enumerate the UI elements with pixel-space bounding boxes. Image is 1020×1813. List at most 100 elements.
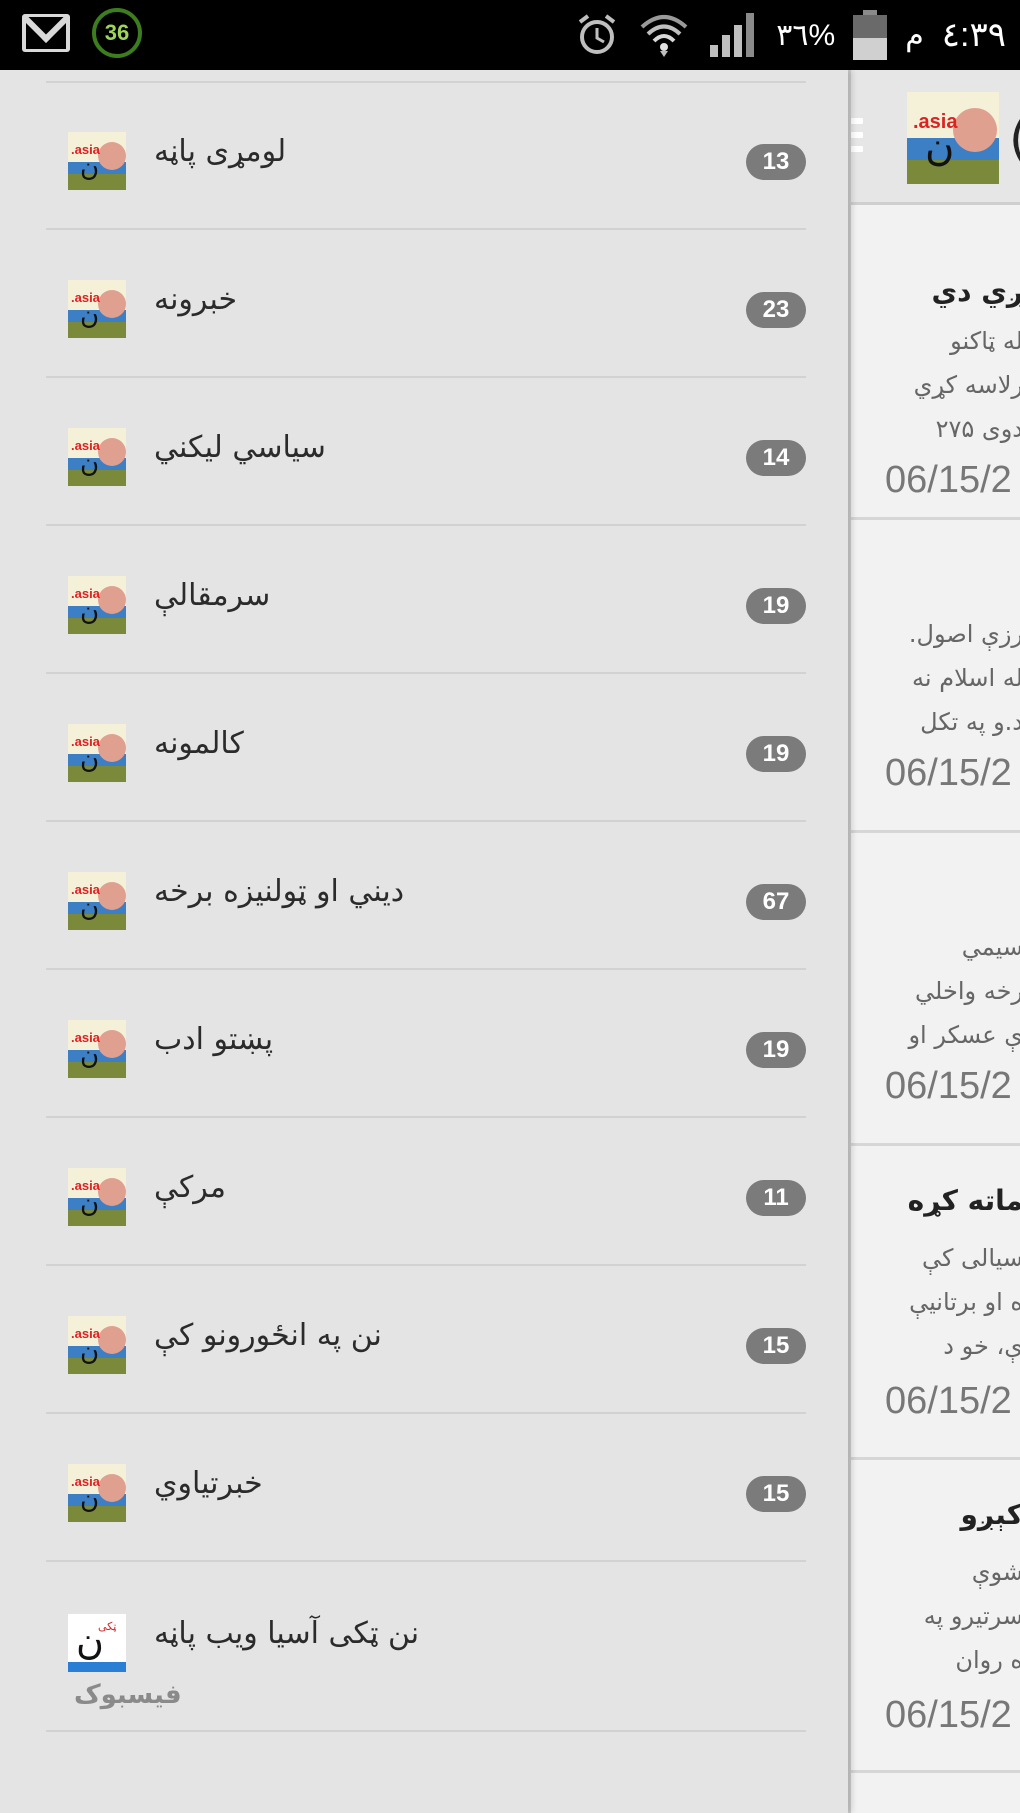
category-logo-icon: .asiaن	[68, 132, 126, 190]
drawer-item[interactable]: .asia ن مرکې 11	[46, 1118, 806, 1266]
drawer-item-label: خبرتیاوي	[154, 1466, 263, 1501]
drawer-item[interactable]: .asia ن سیاسي لیکني 14	[46, 378, 806, 526]
article-snippet: ه روان	[955, 1646, 1020, 1674]
article-title: کېږو	[960, 1498, 1020, 1531]
article-snippet: ې عسکر او	[908, 1021, 1020, 1049]
svg-text:ن: ن	[80, 1337, 99, 1367]
article-snippet: سیمي	[961, 933, 1020, 961]
svg-text:ن: ن	[80, 1485, 99, 1515]
category-logo-icon: .asiaن	[68, 872, 126, 930]
menu-icon[interactable]	[851, 118, 863, 160]
signal-icon	[708, 11, 758, 59]
category-logo-icon: .asiaن	[68, 1316, 126, 1374]
drawer-item-label: کالمونه	[154, 726, 244, 761]
article-snippet: سرتيرو په	[923, 1602, 1020, 1630]
drawer-item-label: خبرونه	[154, 282, 238, 317]
drawer-item-label: مرکې	[154, 1170, 226, 1205]
status-bar-left: 36	[22, 8, 142, 58]
drawer-item-label: سیاسي لیکني	[154, 430, 326, 465]
header-paren: (	[1009, 110, 1020, 168]
drawer-item[interactable]: .asia ن ديني او ټولنيزه برخه 67	[46, 822, 806, 970]
item-count-badge: 19	[746, 1032, 806, 1068]
article-snippet: دوی ۲۷۵	[935, 415, 1020, 443]
drawer-item[interactable]: .asia ن نن په انځورونو کې 15	[46, 1266, 806, 1414]
article-snippet: له اسلام نه	[912, 664, 1020, 692]
drawer-item[interactable]: .asia ن کالمونه 19	[46, 674, 806, 822]
article-date: 06/15/2	[885, 1694, 1012, 1736]
drawer-item[interactable]: .asia ن لومړی پاڼه 13	[46, 82, 806, 230]
category-logo-icon: .asiaن	[68, 1020, 126, 1078]
svg-text:ن: ن	[80, 893, 99, 923]
svg-text:ن: ن	[80, 597, 99, 627]
article-snippet: رزې اصول.	[908, 620, 1020, 648]
mail-icon	[22, 14, 70, 52]
notification-count-badge: 36	[92, 8, 142, 58]
battery-icon	[853, 10, 888, 60]
item-count-badge: 15	[746, 1328, 806, 1364]
wifi-icon	[638, 11, 690, 59]
article-snippet: رلاسه کړي	[913, 371, 1020, 399]
article-date: 06/15/2	[885, 459, 1012, 501]
website-logo-icon: ن ټکی	[68, 1614, 126, 1672]
drawer-item-label: سرمقالې	[154, 578, 271, 613]
category-logo-icon: .asiaن	[68, 576, 126, 634]
drawer-item-label: پښتو ادب	[154, 1022, 274, 1057]
svg-text:ن: ن	[80, 301, 99, 331]
article-snippet: شوې	[971, 1558, 1020, 1586]
app-header: .asia ن (	[851, 70, 1020, 205]
drawer-item-label: ديني او ټولنيزه برخه	[154, 874, 405, 909]
category-logo-icon: .asiaن	[68, 724, 126, 782]
article-snippet: د.و په تکل	[920, 708, 1020, 736]
article-list-background: .asia ن ( ږي دي له ټاکنو رلاسه کړي دوی ۲…	[848, 70, 1020, 1813]
article-snippet: له ټاکنو	[950, 327, 1020, 355]
battery-percent: ٣٦%	[776, 18, 836, 52]
article-date: 06/15/2	[885, 1065, 1012, 1107]
clock-time: ٤:٣٩	[941, 16, 1006, 54]
category-logo-icon: .asiaن	[68, 1464, 126, 1522]
category-logo-icon: .asiaن	[68, 428, 126, 486]
drawer-item-label: لومړی پاڼه	[154, 134, 287, 169]
navigation-drawer: .asia ن لومړی پاڼه 13 .asia ن خبرونه 23 .asia ن سی…	[0, 70, 848, 1813]
article-snippet: ې، خو د	[943, 1332, 1020, 1360]
svg-text:ن: ن	[925, 124, 954, 170]
article-card[interactable]: ږي دي له ټاکنو رلاسه کړي دوی ۲۷۵ 06/15/2	[851, 205, 1020, 520]
article-snippet: رخه واخلي	[915, 977, 1020, 1005]
item-count-badge: 15	[746, 1476, 806, 1512]
article-card[interactable]: رزې اصول. له اسلام نه د.و په تکل 06/15/2	[851, 520, 1020, 833]
drawer-item[interactable]: .asia ن سرمقالې 19	[46, 526, 806, 674]
article-date: 06/15/2	[885, 1380, 1012, 1422]
status-bar-right: ٣٦% م ٤:٣٩	[574, 10, 1006, 60]
section-label-facebook: فیسبوک	[74, 1680, 182, 1710]
alarm-icon	[574, 12, 620, 58]
article-snippet: ه او برتانيې	[909, 1288, 1020, 1316]
drawer-item-label: نن ټکی آسیا ویب پاڼه	[154, 1616, 420, 1651]
item-count-badge: 13	[746, 144, 806, 180]
ampm-label: م	[905, 18, 924, 52]
drawer-item-label: نن په انځورونو کې	[154, 1318, 382, 1353]
article-card[interactable]: ماته کړه سیالی کې ه او برتانيې ې، خو د 0…	[851, 1146, 1020, 1460]
article-date: 06/15/2	[885, 752, 1012, 794]
svg-text:ټکی: ټکی	[98, 1620, 116, 1633]
article-card[interactable]: سیمي رخه واخلي ې عسکر او 06/15/2	[851, 833, 1020, 1146]
item-count-badge: 67	[746, 884, 806, 920]
svg-text:ن: ن	[80, 153, 99, 183]
item-count-badge: 19	[746, 736, 806, 772]
item-count-badge: 14	[746, 440, 806, 476]
svg-text:ن: ن	[80, 1041, 99, 1071]
svg-text:ن: ن	[80, 745, 99, 775]
item-count-badge: 23	[746, 292, 806, 328]
item-count-badge: 19	[746, 588, 806, 624]
status-bar: 36 ٣٦% م ٤:٣٩	[0, 0, 1020, 70]
drawer-item[interactable]: .asia ن پښتو ادب 19	[46, 970, 806, 1118]
article-snippet: سیالی کې	[921, 1244, 1020, 1272]
drawer-item[interactable]: .asia ن خبرتیاوي 15	[46, 1414, 806, 1562]
item-count-badge: 11	[746, 1180, 806, 1216]
svg-text:ن: ن	[80, 449, 99, 479]
svg-text:ن: ن	[80, 1189, 99, 1219]
drawer-item[interactable]: .asia ن خبرونه 23	[46, 230, 806, 378]
app-logo-icon: .asia ن	[907, 92, 999, 184]
category-logo-icon: .asiaن	[68, 280, 126, 338]
article-title: ماته کړه	[907, 1184, 1020, 1217]
article-card[interactable]: کېږو شوې سرتيرو په ه روان 06/15/2	[851, 1460, 1020, 1773]
category-logo-icon: .asiaن	[68, 1168, 126, 1226]
